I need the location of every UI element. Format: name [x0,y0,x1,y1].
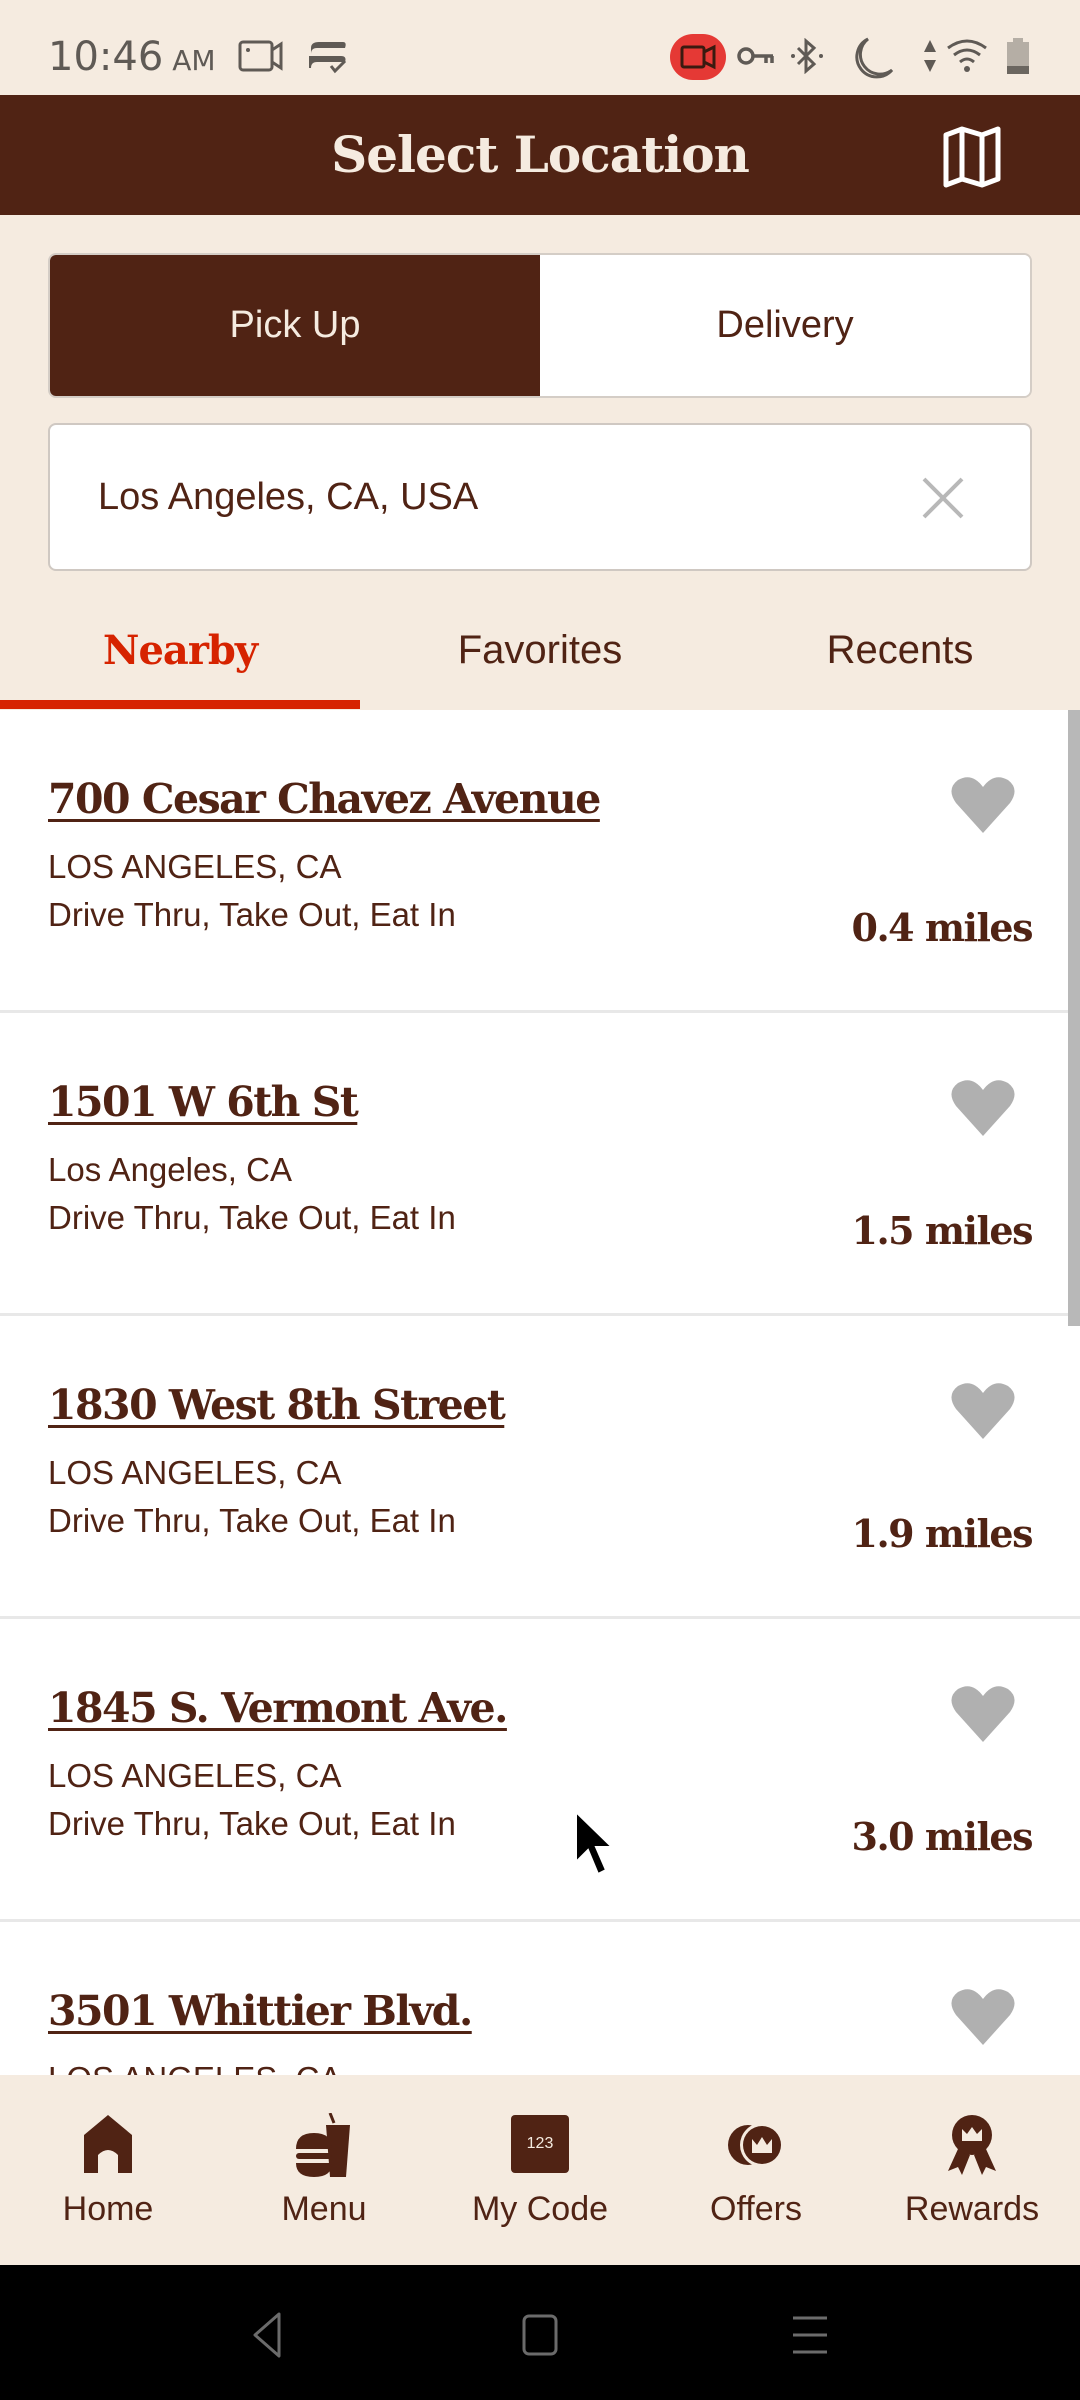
burger-drink-icon [296,2113,350,2177]
nav-rewards[interactable]: Rewards [864,2075,1080,2265]
location-distance: 0.4 miles [851,905,1034,950]
location-name[interactable]: 1830 West 8th Street [48,1381,506,1429]
heart-icon[interactable] [950,775,1016,835]
heart-icon[interactable] [950,1381,1016,1441]
location-item[interactable]: 1830 West 8th Street LOS ANGELES, CA Dri… [0,1316,1080,1619]
location-city: Los Angeles, CA [48,1151,292,1188]
location-distance: 1.5 miles [851,1208,1034,1253]
map-icon[interactable] [940,125,1004,189]
location-name[interactable]: 1501 W 6th St [48,1078,359,1126]
heart-icon[interactable] [950,1684,1016,1744]
tab-favorites[interactable]: Favorites [360,590,720,710]
location-item[interactable]: 1501 W 6th St Los Angeles, CA Drive Thru… [0,1013,1080,1316]
nav-label: Menu [281,2190,367,2228]
nav-menu[interactable]: Menu [216,2075,432,2265]
app-header: Select Location [0,95,1080,215]
location-city: LOS ANGELES, CA [48,1757,342,1794]
location-tabs: Nearby Favorites Recents [0,590,1080,710]
bottom-nav: Home Menu 123 My Code Offers Rewards [0,2075,1080,2265]
nav-label: Rewards [904,2190,1040,2228]
location-item[interactable]: 700 Cesar Chavez Avenue LOS ANGELES, CA … [0,710,1080,1013]
location-services: Drive Thru, Take Out, Eat In [48,1805,456,1842]
location-name[interactable]: 3501 Whittier Blvd. [48,1987,473,2035]
nav-offers[interactable]: Offers [648,2075,864,2265]
location-city: LOS ANGELES, CA [48,848,342,885]
home-button-icon[interactable] [515,2310,565,2360]
nav-label: My Code [471,2190,609,2228]
home-icon [84,2115,132,2173]
system-nav-bar [0,2265,1080,2400]
location-name[interactable]: 1845 S. Vermont Ave. [48,1684,508,1732]
page-title: Select Location [331,125,750,184]
location-services: Drive Thru, Take Out, Eat In [48,1199,456,1236]
mouse-cursor-icon [575,1810,614,1876]
location-city: LOS ANGELES, CA [48,1454,342,1491]
time-text: 10:46 [48,34,164,80]
tab-recents[interactable]: Recents [720,590,1080,710]
location-name[interactable]: 700 Cesar Chavez Avenue [48,775,601,823]
nav-my-code[interactable]: 123 My Code [432,2075,648,2265]
battery-icon [1007,38,1029,74]
bluetooth-icon [791,38,823,74]
location-search-box [48,423,1032,571]
delivery-option[interactable]: Delivery [540,255,1030,396]
nav-label: Home [62,2190,154,2228]
ampm-text: AM [172,44,216,77]
wifi-icon [947,39,987,72]
sync-icon [309,42,347,74]
pick-up-option[interactable]: Pick Up [50,255,540,396]
location-list: 700 Cesar Chavez Avenue LOS ANGELES, CA … [0,710,1080,2075]
location-item[interactable]: 1845 S. Vermont Ave. LOS ANGELES, CA Dri… [0,1619,1080,1922]
active-tab-indicator [0,700,360,709]
vpn-key-icon [737,47,774,65]
code-card-text: 123 [526,2135,554,2152]
do-not-disturb-icon [855,37,894,79]
location-services: Drive Thru, Take Out, Eat In [48,896,456,933]
location-city: LOS ANGELES, CA [48,2060,341,2075]
offers-coins-icon [728,2123,784,2167]
status-time: 10:46 AM [48,34,216,80]
location-distance: 3.0 miles [851,1814,1034,1859]
tab-nearby[interactable]: Nearby [0,590,360,710]
status-bar: 10:46 AM [0,0,1080,95]
recording-indicator-icon [670,34,726,80]
code-card-icon: 123 [511,2115,569,2173]
close-icon[interactable] [920,475,966,521]
location-item[interactable]: 3501 Whittier Blvd. LOS ANGELES, CA [0,1922,1080,2075]
screen-record-icon [238,40,283,72]
nav-label: Offers [710,2190,802,2228]
list-scrollbar[interactable] [1068,710,1080,1326]
nav-home[interactable]: Home [0,2075,216,2265]
location-distance: 1.9 miles [851,1511,1034,1556]
data-arrows-icon [924,40,936,72]
rewards-ribbon-icon [948,2115,996,2175]
recents-icon[interactable] [785,2310,835,2360]
location-services: Drive Thru, Take Out, Eat In [48,1502,456,1539]
location-search-input[interactable] [98,425,878,569]
order-type-toggle: Pick Up Delivery [48,253,1032,398]
back-icon[interactable] [245,2310,295,2360]
heart-icon[interactable] [950,1987,1016,2047]
heart-icon[interactable] [950,1078,1016,1138]
